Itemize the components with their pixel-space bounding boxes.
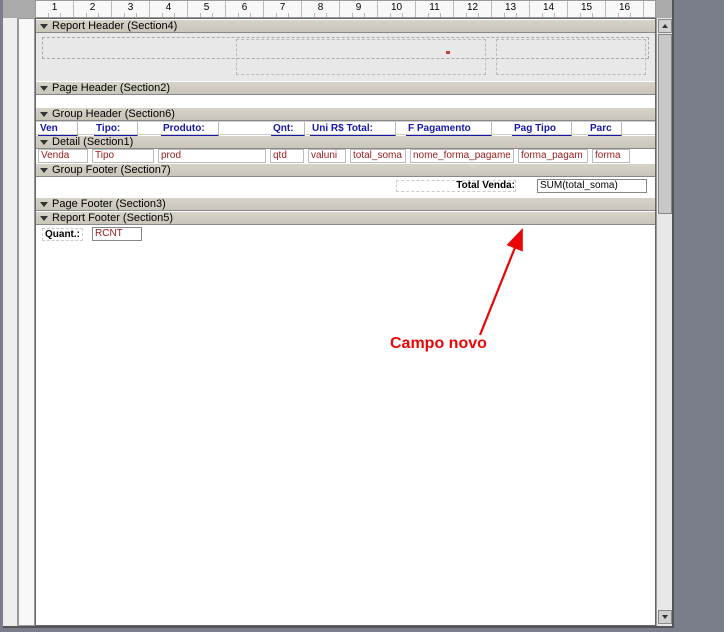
hruler-tick: 10 <box>378 1 416 17</box>
left-gutter-handles <box>3 18 18 626</box>
hruler-tick: 4 <box>150 1 188 17</box>
scroll-down-button[interactable] <box>658 610 672 624</box>
app-canvas: 12345678910111213141516 Report Header (S… <box>0 0 724 632</box>
vruler-tick: 0 <box>35 33 36 47</box>
col-fpag[interactable]: F Pagamento <box>406 122 492 136</box>
section-header-group-header[interactable]: Group Header (Section6) <box>36 107 655 121</box>
hruler-tick: 13 <box>492 1 530 17</box>
collapse-arrow-icon <box>40 202 48 207</box>
section-label: Detail (Section1) <box>52 136 133 148</box>
vruler-tick: 0 <box>35 95 36 109</box>
vruler-tick: 3 <box>35 315 36 353</box>
collapse-arrow-icon <box>40 140 48 145</box>
field-nome-forma[interactable]: nome_forma_pagame <box>410 149 514 163</box>
field-qtd[interactable]: qtd <box>270 149 304 163</box>
vruler-tick: 0 <box>35 177 36 197</box>
hruler-tick: 15 <box>568 1 606 17</box>
col-produto[interactable]: Produto: <box>161 122 219 136</box>
page-header-body[interactable]: 0 <box>36 95 655 107</box>
horizontal-ruler[interactable]: 12345678910111213141516 <box>35 0 656 18</box>
vruler-tick: 4 <box>35 353 36 391</box>
hruler-tick: 3 <box>112 1 150 17</box>
vruler-tick: 5 <box>35 391 36 429</box>
scroll-up-button[interactable] <box>658 19 672 33</box>
col-uni[interactable]: Uni R$ Total: <box>310 122 396 136</box>
placeholder-box[interactable] <box>236 39 486 75</box>
vertical-ruler[interactable] <box>18 18 35 626</box>
vruler-tick: 8 <box>35 505 36 543</box>
vertical-scrollbar[interactable] <box>656 18 672 626</box>
vruler-tick: 7 <box>35 467 36 505</box>
hruler-tick: 5 <box>188 1 226 17</box>
field-forma-pagam[interactable]: forma_pagam <box>518 149 588 163</box>
vruler-tick: 0 <box>35 122 36 136</box>
section-header-group-footer[interactable]: Group Footer (Section7) <box>36 163 655 177</box>
hruler-tick: 7 <box>264 1 302 17</box>
section-label: Page Header (Section2) <box>52 82 170 94</box>
detail-body[interactable]: Venda Tipo prod qtd valuni total_soma no… <box>36 149 655 163</box>
hruler-tick: 12 <box>454 1 492 17</box>
hruler-tick: 2 <box>74 1 112 17</box>
group-footer-body[interactable]: Total Venda: SUM(total_soma) 0 <box>36 177 655 197</box>
hruler-tick: 6 <box>226 1 264 17</box>
collapse-arrow-icon <box>40 168 48 173</box>
designer-stage: 12345678910111213141516 Report Header (S… <box>3 0 674 628</box>
hruler-tick: 11 <box>416 1 454 17</box>
report-footer-body[interactable]: Quant.: RCNT 0 123456789 <box>36 225 655 575</box>
section-label: Report Header (Section4) <box>52 20 177 32</box>
section-label: Report Footer (Section5) <box>52 212 173 224</box>
col-parc[interactable]: Parc <box>588 122 622 136</box>
quant-label: Quant.: <box>42 228 83 241</box>
field-valuni[interactable]: valuni <box>308 149 346 163</box>
section-header-report-footer[interactable]: Report Footer (Section5) <box>36 211 655 225</box>
vruler-tick: 0 <box>35 149 36 163</box>
collapse-arrow-icon <box>40 24 48 29</box>
vruler-tick: 2 <box>35 277 36 315</box>
collapse-arrow-icon <box>40 216 48 221</box>
bands-area: Report Header (Section4) 0 1 Page Header… <box>35 18 656 626</box>
vruler-tick: 1 <box>35 239 36 277</box>
quant-field[interactable]: RCNT <box>92 227 142 241</box>
field-total-soma[interactable]: total_soma <box>350 149 406 163</box>
collapse-arrow-icon <box>40 112 48 117</box>
vruler-tick: 6 <box>35 429 36 467</box>
field-venda[interactable]: Venda <box>38 149 88 163</box>
hruler-tick: 14 <box>530 1 568 17</box>
col-pagtipo[interactable]: Pag Tipo <box>512 122 572 136</box>
total-venda-label: Total Venda: <box>456 180 515 191</box>
section-header-detail[interactable]: Detail (Section1) <box>36 135 655 149</box>
section-header-report-header[interactable]: Report Header (Section4) <box>36 19 655 33</box>
total-venda-formula-field[interactable]: SUM(total_soma) <box>537 179 647 193</box>
group-header-body[interactable]: Ven Tipo: Produto: Qnt: Uni R$ Total: F … <box>36 121 655 135</box>
section-label: Group Header (Section6) <box>52 108 175 120</box>
section-header-page-header[interactable]: Page Header (Section2) <box>36 81 655 95</box>
placeholder-box[interactable] <box>496 39 646 75</box>
scroll-thumb[interactable] <box>658 34 672 214</box>
field-prod[interactable]: prod <box>158 149 266 163</box>
section-label: Page Footer (Section3) <box>52 198 166 210</box>
col-qnt[interactable]: Qnt: <box>271 122 305 136</box>
field-tipo[interactable]: Tipo <box>92 149 154 163</box>
col-tipo[interactable]: Tipo: <box>94 122 138 136</box>
report-header-body[interactable]: 0 1 <box>36 33 655 81</box>
hruler-tick: 9 <box>340 1 378 17</box>
collapse-arrow-icon <box>40 86 48 91</box>
vruler-tick: 9 <box>35 543 36 581</box>
section-header-page-footer[interactable]: Page Footer (Section3) <box>36 197 655 211</box>
annotation-text: Campo novo <box>390 335 487 353</box>
vruler-tick: 1 <box>35 47 36 81</box>
section-label: Group Footer (Section7) <box>52 164 171 176</box>
hruler-tick: 16 <box>606 1 644 17</box>
hruler-tick: 1 <box>36 1 74 17</box>
marker-dot <box>446 51 450 54</box>
vruler-tick: 0 <box>35 225 36 239</box>
hruler-tick: 8 <box>302 1 340 17</box>
field-forma[interactable]: forma <box>592 149 630 163</box>
col-ven[interactable]: Ven <box>38 122 78 136</box>
